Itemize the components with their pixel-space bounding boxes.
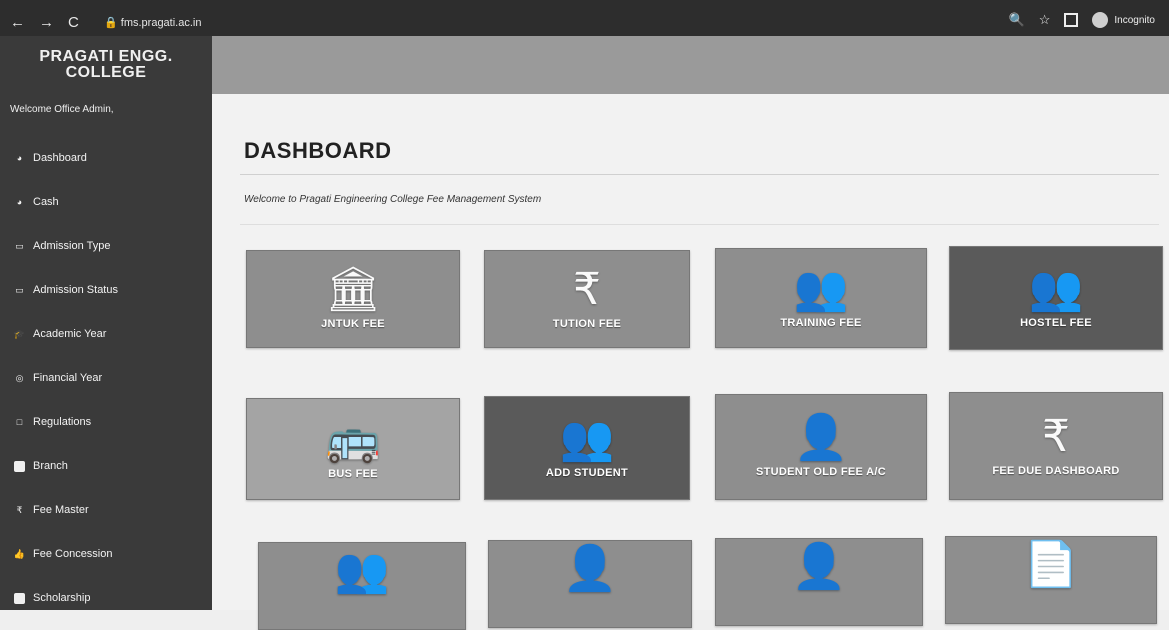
sidebar-item-label: Regulations bbox=[33, 416, 92, 428]
top-header-bar bbox=[212, 36, 1169, 94]
browser-nav: ← → C bbox=[10, 14, 79, 31]
tile-label: ADD STUDENT bbox=[545, 467, 629, 479]
sidebar-item-cash[interactable]: ◕ Cash bbox=[0, 180, 212, 224]
sidebar-menu: ◕ Dashboard ◕ Cash ▭ Admission Type ▭ Ad… bbox=[0, 136, 212, 620]
group-icon: 👥 bbox=[1028, 264, 1084, 313]
tile-row3-1[interactable]: 👥 bbox=[258, 542, 466, 630]
sidebar-item-admission-status[interactable]: ▭ Admission Status bbox=[0, 268, 212, 312]
tile-row3-3[interactable]: 👤 bbox=[715, 538, 923, 626]
group-icon: 👥 bbox=[559, 414, 615, 463]
sidebar-item-academic-year[interactable]: 🎓 Academic Year bbox=[0, 312, 212, 356]
sidebar-item-label: Fee Master bbox=[33, 504, 89, 516]
dashboard-icon: ◕ bbox=[16, 153, 23, 163]
brand-logo: PRAGATI ENGG. COLLEGE bbox=[0, 36, 212, 94]
tile-row3-2[interactable]: 👤 bbox=[488, 540, 692, 628]
rupee-icon: ₹ bbox=[1042, 412, 1070, 461]
brand-line-1: PRAGATI ENGG. bbox=[39, 48, 173, 65]
address-bar[interactable]: 🔒 fms.pragati.ac.in bbox=[104, 16, 201, 29]
sidebar-item-dashboard[interactable]: ◕ Dashboard bbox=[0, 136, 212, 180]
reload-icon[interactable]: C bbox=[68, 14, 79, 31]
browser-actions: 🔍 ☆ Incognito bbox=[1009, 12, 1155, 28]
welcome-user: Welcome Office Admin, bbox=[10, 104, 114, 115]
sidebar: PRAGATI ENGG. COLLEGE Welcome Office Adm… bbox=[0, 36, 212, 610]
sidebar-item-admission-type[interactable]: ▭ Admission Type bbox=[0, 224, 212, 268]
scholarship-icon bbox=[14, 592, 25, 604]
incognito-avatar-icon bbox=[1092, 12, 1109, 28]
sidebar-item-label: Branch bbox=[33, 460, 68, 472]
sidebar-item-label: Cash bbox=[33, 196, 59, 208]
sidebar-item-regulations[interactable]: □ Regulations bbox=[0, 400, 212, 444]
sidebar-item-scholarship[interactable]: Scholarship bbox=[0, 576, 212, 620]
tile-training-fee[interactable]: 👥 TRAINING FEE bbox=[715, 248, 927, 348]
search-icon[interactable]: 🔍 bbox=[1009, 12, 1025, 28]
star-icon[interactable]: ☆ bbox=[1039, 12, 1051, 28]
tile-label: TRAINING FEE bbox=[780, 317, 862, 329]
admission-type-icon: ▭ bbox=[15, 240, 24, 251]
sidebar-item-fee-concession[interactable]: 👍 Fee Concession bbox=[0, 532, 212, 576]
tile-student-old-fee[interactable]: 👤 STUDENT OLD FEE A/C bbox=[715, 394, 927, 500]
academic-year-icon: 🎓 bbox=[13, 328, 26, 339]
tile-hostel-fee[interactable]: 👥 HOSTEL FEE bbox=[949, 246, 1163, 350]
bank-icon: 🏛 bbox=[325, 265, 381, 314]
cash-icon: ◕ bbox=[16, 197, 23, 207]
brand-line-2: COLLEGE bbox=[65, 64, 147, 81]
sidebar-item-label: Scholarship bbox=[33, 592, 91, 604]
group-icon: 👥 bbox=[793, 264, 849, 313]
branch-icon bbox=[14, 460, 25, 472]
bus-icon: 🚌 bbox=[325, 415, 381, 464]
rupee-icon: ₹ bbox=[573, 265, 601, 314]
user-icon: 👤 bbox=[791, 542, 847, 591]
user-icon: 👤 bbox=[562, 544, 618, 593]
sidebar-item-branch[interactable]: Branch bbox=[0, 444, 212, 488]
main-content: DASHBOARD Welcome to Pragati Engineering… bbox=[212, 94, 1169, 630]
document-icon: 📄 bbox=[1023, 540, 1079, 589]
tile-label: BUS FEE bbox=[328, 468, 378, 480]
sidebar-item-label: Fee Concession bbox=[33, 548, 113, 560]
sidebar-item-fee-master[interactable]: ₹ Fee Master bbox=[0, 488, 212, 532]
url-text: fms.pragati.ac.in bbox=[120, 17, 202, 29]
tile-label: FEE DUE DASHBOARD bbox=[992, 465, 1120, 477]
financial-year-icon: ◎ bbox=[15, 372, 24, 383]
title-divider bbox=[240, 174, 1159, 175]
rupee-icon: ₹ bbox=[16, 504, 23, 515]
tile-tution-fee[interactable]: ₹ TUTION FEE bbox=[484, 250, 690, 348]
welcome-divider bbox=[240, 224, 1159, 225]
sidebar-item-label: Academic Year bbox=[33, 328, 107, 340]
forward-icon[interactable]: → bbox=[39, 14, 54, 31]
sidebar-item-label: Admission Type bbox=[33, 240, 111, 252]
welcome-message: Welcome to Pragati Engineering College F… bbox=[244, 194, 542, 205]
regulations-icon: □ bbox=[16, 417, 23, 427]
tile-label: TUTION FEE bbox=[552, 318, 622, 330]
page-title: DASHBOARD bbox=[244, 138, 392, 163]
sidebar-item-label: Dashboard bbox=[33, 152, 87, 164]
tile-add-student[interactable]: 👥 ADD STUDENT bbox=[484, 396, 690, 500]
lock-icon: 🔒 bbox=[104, 17, 118, 29]
tile-label: JNTUK FEE bbox=[321, 318, 385, 330]
fee-concession-icon: 👍 bbox=[13, 548, 26, 559]
incognito-badge[interactable]: Incognito bbox=[1092, 12, 1155, 28]
sidebar-item-financial-year[interactable]: ◎ Financial Year bbox=[0, 356, 212, 400]
incognito-label: Incognito bbox=[1114, 14, 1155, 26]
tile-bus-fee[interactable]: 🚌 BUS FEE bbox=[246, 398, 460, 500]
tile-label: HOSTEL FEE bbox=[1020, 317, 1092, 329]
admission-status-icon: ▭ bbox=[15, 284, 24, 295]
tab-icon[interactable] bbox=[1064, 13, 1079, 27]
sidebar-item-label: Admission Status bbox=[33, 284, 118, 296]
back-icon[interactable]: ← bbox=[10, 14, 25, 31]
tile-label: STUDENT OLD FEE A/C bbox=[756, 466, 886, 478]
user-icon: 👤 bbox=[793, 413, 849, 462]
group-icon: 👥 bbox=[334, 546, 390, 595]
tile-fee-due-dashboard[interactable]: ₹ FEE DUE DASHBOARD bbox=[949, 392, 1163, 500]
sidebar-item-label: Financial Year bbox=[33, 372, 103, 384]
tile-row3-4[interactable]: 📄 bbox=[945, 536, 1157, 624]
tile-jntuk-fee[interactable]: 🏛 JNTUK FEE bbox=[246, 250, 460, 348]
